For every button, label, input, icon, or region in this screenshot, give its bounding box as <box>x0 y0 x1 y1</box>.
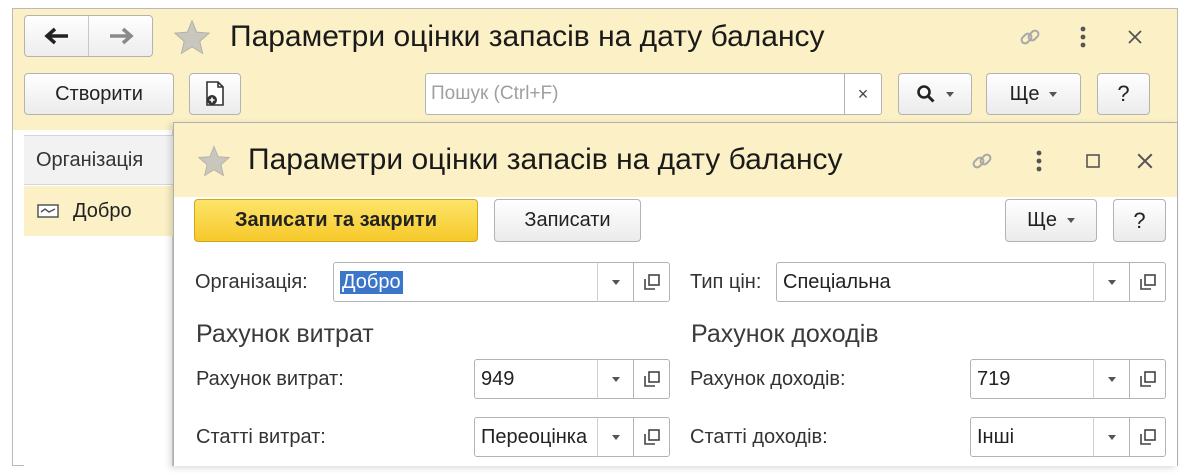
close-icon <box>1128 30 1142 44</box>
chevron-down-icon <box>1107 279 1116 285</box>
search-input[interactable]: Пошук (Ctrl+F) <box>425 73 845 115</box>
open-form-icon <box>643 429 660 445</box>
income-section-title: Рахунок доходів <box>691 320 879 348</box>
form-more-label: Ще <box>1027 209 1057 231</box>
more-vertical-icon <box>1080 26 1086 48</box>
chevron-down-icon <box>946 91 954 97</box>
price-type-dropdown-button[interactable] <box>1093 262 1130 302</box>
income-account-value: 719 <box>977 367 1011 390</box>
link-icon <box>1020 29 1040 45</box>
link-icon <box>972 153 992 169</box>
form-more-button[interactable]: Ще <box>1005 199 1097 242</box>
search-options-button[interactable] <box>898 73 972 115</box>
outer-close-button[interactable] <box>1116 18 1154 56</box>
favorite-star-icon <box>173 19 211 55</box>
forward-button[interactable] <box>88 16 152 56</box>
save-button[interactable]: Записати <box>494 199 641 242</box>
open-form-icon <box>1139 371 1156 387</box>
outer-link-button[interactable] <box>1010 18 1050 56</box>
income-items-value: Інші <box>977 425 1015 448</box>
expense-account-dropdown-button[interactable] <box>597 359 634 399</box>
create-button[interactable]: Створити <box>24 73 174 115</box>
price-type-open-button[interactable] <box>1129 262 1166 302</box>
outer-more-label: Ще <box>1009 82 1040 105</box>
back-arrow-icon <box>43 27 68 45</box>
chevron-down-icon <box>1049 91 1058 97</box>
price-type-field[interactable]: Спеціальна <box>776 262 1094 302</box>
new-document-icon <box>206 81 224 106</box>
search-icon <box>917 85 935 103</box>
open-form-icon <box>1139 274 1156 290</box>
income-items-label: Статті доходів: <box>690 425 828 448</box>
expense-items-open-button[interactable] <box>633 417 670 457</box>
chevron-down-icon <box>611 279 620 285</box>
close-icon <box>1137 153 1153 169</box>
form-close-button[interactable] <box>1126 142 1164 180</box>
income-items-open-button[interactable] <box>1129 417 1166 457</box>
list-row[interactable]: Добро <box>24 186 173 236</box>
list-row-text: Добро <box>73 199 132 222</box>
organization-label: Організація: <box>195 270 308 293</box>
open-form-icon <box>643 274 660 290</box>
chevron-down-icon <box>611 376 620 382</box>
outer-more-button[interactable]: Ще <box>986 73 1081 115</box>
expense-items-field[interactable]: Переоцінка <box>474 417 598 457</box>
income-account-label: Рахунок доходів: <box>690 367 846 390</box>
form-window-title: Параметри оцінки запасів на дату балансу <box>248 143 843 176</box>
income-account-dropdown-button[interactable] <box>1093 359 1130 399</box>
outer-more-actions-button[interactable] <box>1065 18 1101 56</box>
income-account-field[interactable]: 719 <box>970 359 1094 399</box>
navigation-buttons <box>24 15 153 57</box>
outer-help-button[interactable]: ? <box>1097 73 1150 115</box>
form-favorite-star-button[interactable] <box>193 140 235 182</box>
expense-items-dropdown-button[interactable] <box>597 417 634 457</box>
open-form-icon <box>1139 429 1156 445</box>
expense-section-title: Рахунок витрат <box>196 320 374 348</box>
income-items-dropdown-button[interactable] <box>1093 417 1130 457</box>
form-help-button[interactable]: ? <box>1113 199 1166 242</box>
list-column-header-organization[interactable]: Організація <box>24 135 173 185</box>
outer-window-title: Параметри оцінки запасів на дату балансу <box>230 20 825 53</box>
expense-items-value: Переоцінка <box>481 425 588 448</box>
form-more-actions-button[interactable] <box>1022 142 1056 180</box>
form-maximize-button[interactable] <box>1075 142 1111 180</box>
form-link-button[interactable] <box>962 142 1002 180</box>
price-type-label: Тип цін: <box>690 270 762 293</box>
chevron-down-icon <box>1107 376 1116 382</box>
favorite-star-button[interactable] <box>170 16 214 58</box>
price-type-value: Спеціальна <box>783 270 891 293</box>
organization-value: Добро <box>340 270 403 294</box>
favorite-star-icon <box>197 145 231 177</box>
row-item-icon <box>37 204 59 218</box>
back-button[interactable] <box>25 16 88 56</box>
more-vertical-icon <box>1036 150 1042 172</box>
expense-account-field[interactable]: 949 <box>474 359 598 399</box>
save-and-close-button[interactable]: Записати та закрити <box>194 199 478 242</box>
chevron-down-icon <box>1107 434 1116 440</box>
income-account-open-button[interactable] <box>1129 359 1166 399</box>
expense-items-label: Статті витрат: <box>196 425 326 448</box>
chevron-down-icon <box>1066 218 1075 223</box>
maximize-icon <box>1086 154 1100 168</box>
search-clear-button[interactable]: × <box>844 73 882 115</box>
new-document-button[interactable] <box>189 73 241 115</box>
income-items-field[interactable]: Інші <box>970 417 1094 457</box>
expense-account-value: 949 <box>481 367 515 390</box>
expense-account-label: Рахунок витрат: <box>196 367 344 390</box>
organization-open-button[interactable] <box>633 262 670 302</box>
expense-account-open-button[interactable] <box>633 359 670 399</box>
chevron-down-icon <box>611 434 620 440</box>
forward-arrow-icon <box>109 27 134 45</box>
organization-field[interactable]: Добро <box>333 262 598 302</box>
organization-dropdown-button[interactable] <box>597 262 634 302</box>
open-form-icon <box>643 371 660 387</box>
